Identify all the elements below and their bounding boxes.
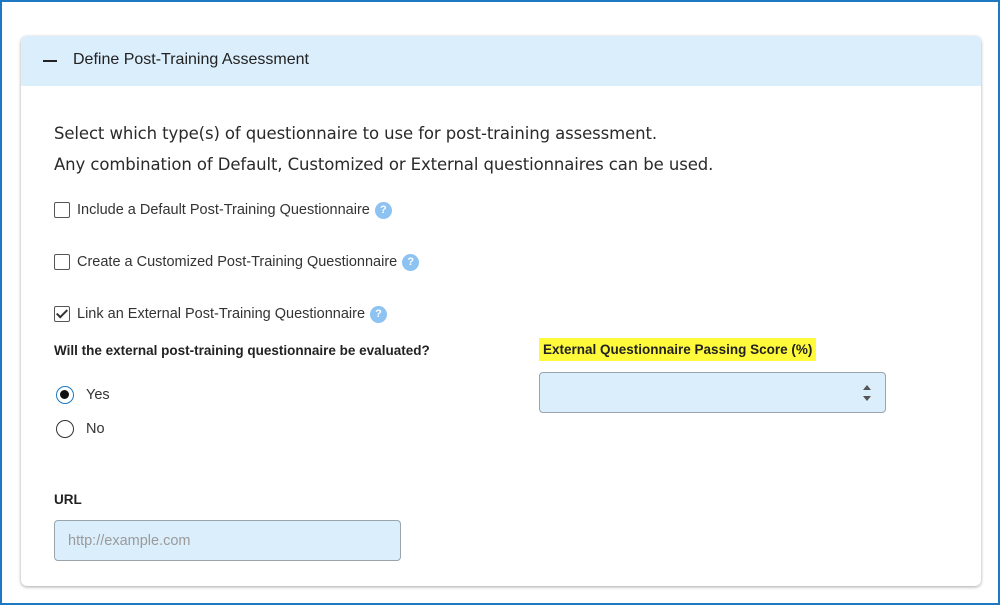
app-frame: Define Post-Training Assessment Select w… — [0, 0, 1000, 605]
no-radio-label[interactable]: No — [86, 421, 105, 437]
radio-option-yes[interactable]: Yes — [56, 386, 110, 404]
customized-questionnaire-label[interactable]: Create a Customized Post-Training Questi… — [77, 254, 397, 270]
option-external-questionnaire: Link an External Post-Training Questionn… — [54, 304, 388, 324]
intro-text-line-2: Any combination of Default, Customized o… — [54, 155, 714, 174]
help-icon[interactable]: ? — [370, 305, 388, 323]
panel-title: Define Post-Training Assessment — [73, 51, 309, 68]
option-customized-questionnaire: Create a Customized Post-Training Questi… — [54, 252, 420, 272]
spinner-down-icon[interactable] — [863, 396, 871, 401]
yes-radio[interactable] — [56, 386, 74, 404]
option-default-questionnaire: Include a Default Post-Training Question… — [54, 200, 392, 220]
yes-radio-label[interactable]: Yes — [86, 387, 110, 403]
evaluation-question-label: Will the external post-training question… — [54, 343, 430, 358]
assessment-panel: Define Post-Training Assessment Select w… — [21, 36, 981, 586]
help-icon[interactable]: ? — [374, 201, 392, 219]
customized-questionnaire-checkbox[interactable] — [54, 254, 70, 270]
default-questionnaire-checkbox[interactable] — [54, 202, 70, 218]
panel-header-toggle[interactable]: Define Post-Training Assessment — [21, 36, 981, 86]
minus-collapse-icon[interactable] — [43, 60, 57, 62]
help-icon[interactable]: ? — [402, 253, 420, 271]
url-input[interactable] — [54, 520, 401, 561]
intro-text-line-1: Select which type(s) of questionnaire to… — [54, 124, 658, 143]
external-questionnaire-label[interactable]: Link an External Post-Training Questionn… — [77, 306, 365, 322]
url-label: URL — [54, 492, 82, 507]
passing-score-input[interactable] — [539, 372, 886, 413]
external-questionnaire-checkbox[interactable] — [54, 306, 70, 322]
passing-score-label: External Questionnaire Passing Score (%) — [539, 338, 817, 361]
no-radio[interactable] — [56, 420, 74, 438]
default-questionnaire-label[interactable]: Include a Default Post-Training Question… — [77, 202, 370, 218]
radio-option-no[interactable]: No — [56, 420, 105, 438]
spinner-up-icon[interactable] — [863, 385, 871, 390]
